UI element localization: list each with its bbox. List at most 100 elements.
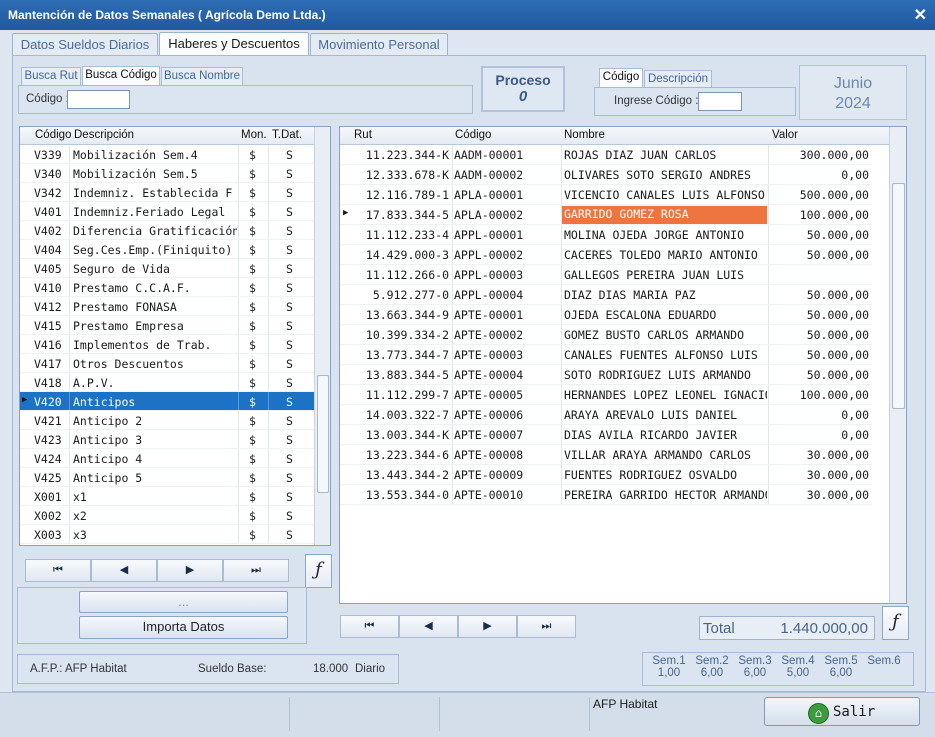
concept-desc: Prestamo Empresa bbox=[73, 319, 184, 333]
concept-row[interactable]: V340 Mobilización Sem.5 $ S bbox=[20, 164, 314, 183]
concepts-scroll-thumb[interactable] bbox=[317, 375, 329, 493]
exit-button[interactable]: ⌂ Salir bbox=[764, 697, 920, 726]
worker-row[interactable]: 13.553.344-0 APTE-00010 PEREIRA GARRIDO HE… bbox=[340, 485, 872, 505]
col-codigo-trabajador[interactable]: Código bbox=[455, 129, 491, 141]
import-data-button[interactable]: Importa Datos bbox=[79, 616, 288, 639]
tab-datos-sueldos[interactable]: Datos Sueldos Diarios bbox=[12, 33, 158, 55]
concept-row[interactable]: X001 x1 $ S bbox=[20, 487, 314, 506]
grid-line bbox=[768, 485, 769, 505]
concept-row[interactable]: V412 Prestamo FONASA $ S bbox=[20, 297, 314, 316]
worker-row[interactable]: 5.912.277-0 APPL-00004 DIAZ DIAS MARIA PAZ… bbox=[340, 285, 872, 305]
next-record-icon[interactable]: ▶ bbox=[157, 559, 223, 582]
tab-haberes-descuentos[interactable]: Haberes y Descuentos bbox=[159, 32, 309, 56]
concept-row[interactable]: V405 Seguro de Vida $ S bbox=[20, 259, 314, 278]
concept-row[interactable]: V342 Indemniz. Establecida F $ S bbox=[20, 183, 314, 202]
concept-row[interactable]: V423 Anticipo 3 $ S bbox=[20, 430, 314, 449]
concept-row[interactable]: V418 A.P.V. $ S bbox=[20, 373, 314, 392]
concept-row[interactable]: V402 Diferencia Gratificación $ S bbox=[20, 221, 314, 240]
workers-prev-icon[interactable]: ◀ bbox=[399, 615, 458, 638]
prev-record-icon[interactable]: ◀ bbox=[91, 559, 157, 582]
worker-rut: 13.773.344-7 bbox=[365, 348, 449, 362]
worker-row[interactable]: 13.883.344-5 APTE-00004 SOTO RODRIGUEZ LUI… bbox=[340, 365, 872, 385]
worker-row[interactable]: 14.003.322-7 APTE-00006 ARAYA AREVALO LUIS… bbox=[340, 405, 872, 425]
worker-row[interactable]: 13.773.344-7 APTE-00003 CANALES FUENTES AL… bbox=[340, 345, 872, 365]
concept-tdat: S bbox=[286, 395, 293, 409]
last-record-icon[interactable]: ⏭ bbox=[223, 559, 289, 582]
concept-row[interactable]: ▶ V420 Anticipos $ S bbox=[20, 392, 314, 411]
col-nombre[interactable]: Nombre bbox=[564, 129, 605, 141]
concept-row[interactable]: V425 Anticipo 5 $ S bbox=[20, 468, 314, 487]
concept-row[interactable]: V421 Anticipo 2 $ S bbox=[20, 411, 314, 430]
concept-row[interactable]: V424 Anticipo 4 $ S bbox=[20, 449, 314, 468]
worker-row[interactable]: 14.429.000-3 APPL-00002 CACERES TOLEDO MAR… bbox=[340, 245, 872, 265]
workers-last-icon[interactable]: ⏭ bbox=[517, 615, 576, 638]
grid-line bbox=[452, 485, 453, 505]
worker-name: ROJAS DIAZ JUAN CARLOS bbox=[564, 148, 717, 162]
concept-desc: Seguro de Vida bbox=[73, 262, 170, 276]
first-record-icon[interactable]: ⏮ bbox=[25, 559, 91, 582]
concept-row[interactable]: V401 Indemniz.Feriado Legal $ S bbox=[20, 202, 314, 221]
worker-row[interactable]: 10.399.334-2 APTE-00002 GOMEZ BUSTO CARLOS… bbox=[340, 325, 872, 345]
concept-row[interactable]: X003 x3 $ S bbox=[20, 525, 314, 544]
concepts-function-button[interactable]: ƒ bbox=[305, 554, 332, 588]
workers-next-icon[interactable]: ▶ bbox=[458, 615, 517, 638]
worker-rut: 5.912.277-0 bbox=[372, 288, 449, 302]
concepts-scrollbar[interactable] bbox=[314, 127, 330, 545]
worker-rut: 13.223.344-6 bbox=[365, 448, 449, 462]
concept-mon: $ bbox=[249, 395, 256, 409]
concept-row[interactable]: V417 Otros Descuentos $ S bbox=[20, 354, 314, 373]
concept-desc: Prestamo FONASA bbox=[73, 300, 177, 314]
concept-row[interactable]: V410 Prestamo C.C.A.F. $ S bbox=[20, 278, 314, 297]
worker-value: 50.000,00 bbox=[806, 288, 869, 302]
concept-mon: $ bbox=[249, 262, 256, 276]
col-codigo[interactable]: Código bbox=[35, 129, 71, 141]
grid-line bbox=[561, 185, 562, 205]
tab-busca-codigo[interactable]: Busca Código bbox=[82, 66, 160, 86]
col-moneda[interactable]: Mon. bbox=[241, 129, 267, 141]
concept-row[interactable]: V415 Prestamo Empresa $ S bbox=[20, 316, 314, 335]
workers-scroll-thumb[interactable] bbox=[892, 183, 905, 409]
concept-desc: Otros Descuentos bbox=[73, 357, 184, 371]
ingrese-codigo-input[interactable] bbox=[698, 92, 742, 111]
worker-row[interactable]: 11.112.266-0 APPL-00003 GALLEGOS PEREIRA J… bbox=[340, 265, 872, 285]
ellipsis-button[interactable]: ... bbox=[79, 591, 288, 613]
worker-row[interactable]: 11.112.299-7 APTE-00005 HERNANDES LOPEZ LE… bbox=[340, 385, 872, 405]
concept-row[interactable]: V416 Implementos de Trab. $ S bbox=[20, 335, 314, 354]
week-3: Sem.3 6,00 bbox=[735, 655, 775, 679]
col-tipo-dato[interactable]: T.Dat. bbox=[272, 129, 302, 141]
grid-line bbox=[561, 265, 562, 285]
concept-row[interactable]: V339 Mobilización Sem.4 $ S bbox=[20, 145, 314, 164]
tab-codigo[interactable]: Código bbox=[599, 68, 643, 88]
concept-row[interactable]: V404 Seg.Ces.Emp.(Finiquito) $ S bbox=[20, 240, 314, 259]
workers-function-button[interactable]: ƒ bbox=[882, 606, 909, 640]
week-4: Sem.4 5,00 bbox=[778, 655, 818, 679]
codigo-search-input[interactable] bbox=[67, 90, 130, 109]
worker-row[interactable]: ▶ 17.833.344-5 APLA-00002 GARRIDO GOMEZ ROS… bbox=[340, 205, 872, 225]
col-descripcion[interactable]: Descripción bbox=[74, 129, 134, 141]
worker-row[interactable]: 13.663.344-9 APTE-00001 OJEDA ESCALONA EDU… bbox=[340, 305, 872, 325]
worker-row[interactable]: 13.003.344-K APTE-00007 DIAS AVILA RICARDO… bbox=[340, 425, 872, 445]
grid-line bbox=[768, 325, 769, 345]
col-valor[interactable]: Valor bbox=[772, 129, 798, 141]
tab-busca-nombre[interactable]: Busca Nombre bbox=[161, 67, 243, 85]
concept-mon: $ bbox=[249, 509, 256, 523]
workers-first-icon[interactable]: ⏮ bbox=[340, 615, 399, 638]
worker-row[interactable]: 13.223.344-6 APTE-00008 VILLAR ARAYA ARMAN… bbox=[340, 445, 872, 465]
worker-row[interactable]: 11.112.233-4 APPL-00001 MOLINA OJEDA JORGE… bbox=[340, 225, 872, 245]
worker-row[interactable]: 12.116.789-1 APLA-00001 VICENCIO CANALES L… bbox=[340, 185, 872, 205]
workers-scrollbar[interactable] bbox=[889, 127, 906, 603]
close-icon[interactable]: ✕ bbox=[914, 5, 927, 25]
grid-line bbox=[69, 202, 70, 221]
col-rut[interactable]: Rut bbox=[354, 129, 372, 141]
tab-descripcion[interactable]: Descripción bbox=[644, 70, 712, 88]
concept-row[interactable]: X002 x2 $ S bbox=[20, 506, 314, 525]
worker-row[interactable]: 11.223.344-K AADM-00001 ROJAS DIAZ JUAN CA… bbox=[340, 145, 872, 165]
status-bar: AFP Habitat ⌂ Salir bbox=[0, 692, 935, 737]
tab-busca-rut[interactable]: Busca Rut bbox=[21, 67, 81, 85]
worker-value: 50.000,00 bbox=[806, 248, 869, 262]
tab-movimiento-personal[interactable]: Movimiento Personal bbox=[310, 33, 448, 55]
worker-row[interactable]: 12.333.678-K AADM-00002 OLIVARES SOTO SERG… bbox=[340, 165, 872, 185]
concept-code: V416 bbox=[34, 338, 62, 352]
worker-row[interactable]: 13.443.344-2 APTE-00009 FUENTES RODRIGUEZ … bbox=[340, 465, 872, 485]
grid-line bbox=[238, 240, 239, 259]
